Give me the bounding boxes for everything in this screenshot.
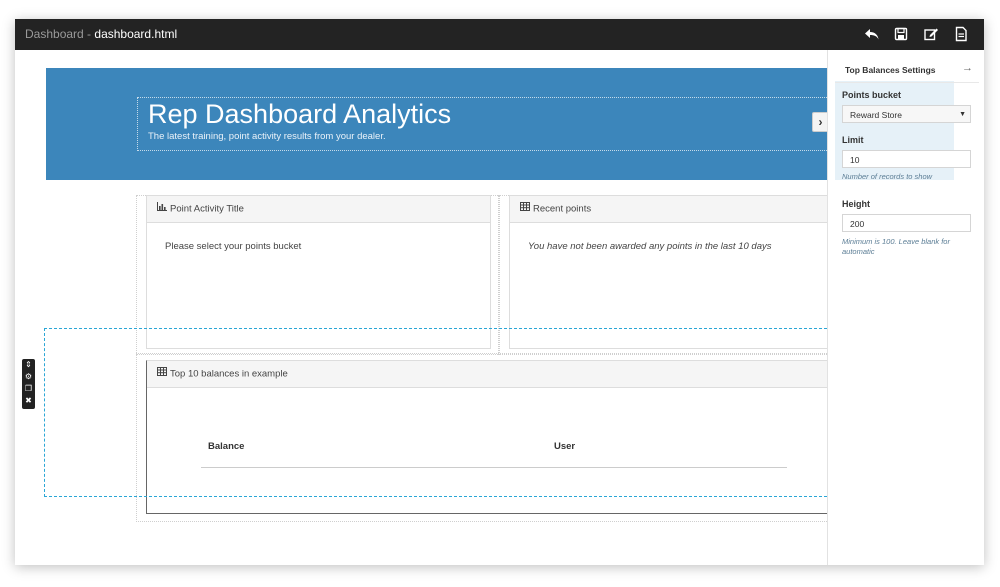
close-icon[interactable]: ✖ — [22, 395, 35, 407]
caret-down-icon: ▼ — [959, 111, 966, 118]
app-window: Dashboard - dashboard.html Rep Dashboard… — [15, 19, 984, 565]
limit-label: Limit — [842, 135, 864, 145]
bucket-value: Reward Store — [850, 110, 902, 120]
limit-input[interactable]: 10 — [842, 150, 971, 168]
arrow-right-icon[interactable]: → — [962, 62, 973, 74]
undo-icon[interactable] — [864, 26, 880, 42]
selected-block-outline — [44, 328, 957, 497]
point-activity-panel[interactable]: Point Activity Title Please select your … — [146, 195, 491, 349]
hero-text-block[interactable]: Rep Dashboard Analytics The latest train… — [137, 97, 839, 151]
table-icon — [520, 196, 530, 222]
settings-title: Top Balances Settings — [845, 65, 936, 75]
panel-header: Recent points — [510, 196, 828, 223]
title-separator: - — [83, 27, 95, 41]
recent-points-title: Recent points — [533, 203, 592, 215]
collapse-panel-button[interactable]: › — [812, 112, 828, 132]
settings-header: Top Balances Settings → — [835, 59, 979, 83]
height-label: Height — [842, 199, 870, 209]
settings-icon[interactable]: ⚙ — [22, 371, 35, 383]
hero-subtitle: The latest training, point activity resu… — [148, 131, 386, 142]
bucket-label: Points bucket — [842, 90, 902, 100]
move-icon[interactable]: ⇕ — [22, 359, 35, 371]
file-name: dashboard.html — [94, 27, 178, 41]
save-icon[interactable] — [893, 26, 909, 42]
point-activity-message: Please select your points bucket — [165, 241, 302, 252]
settings-sidebar: Top Balances Settings → Points bucket Re… — [827, 50, 984, 565]
height-input[interactable]: 200 — [842, 214, 971, 232]
panel-header: Point Activity Title — [147, 196, 490, 223]
app-name: Dashboard — [25, 27, 84, 41]
height-help: Minimum is 100. Leave blank for automati… — [842, 237, 950, 256]
edit-icon[interactable] — [923, 26, 939, 42]
point-activity-title: Point Activity Title — [170, 203, 244, 215]
recent-points-message: You have not been awarded any points in … — [528, 241, 772, 252]
bar-chart-icon — [157, 196, 167, 222]
file-icon[interactable] — [953, 26, 969, 42]
limit-help: Number of records to show — [842, 172, 933, 181]
hero-banner[interactable]: Rep Dashboard Analytics The latest train… — [46, 68, 839, 180]
bucket-select[interactable]: Reward Store ▼ — [842, 105, 971, 123]
copy-icon[interactable]: ❐ — [22, 383, 35, 395]
hero-title: Rep Dashboard Analytics — [148, 99, 452, 129]
title-bar: Dashboard - dashboard.html — [15, 19, 984, 50]
window-title: Dashboard - dashboard.html — [25, 27, 177, 41]
recent-points-panel[interactable]: Recent points You have not been awarded … — [509, 195, 828, 349]
block-toolbar: ⇕ ⚙ ❐ ✖ — [22, 359, 35, 409]
